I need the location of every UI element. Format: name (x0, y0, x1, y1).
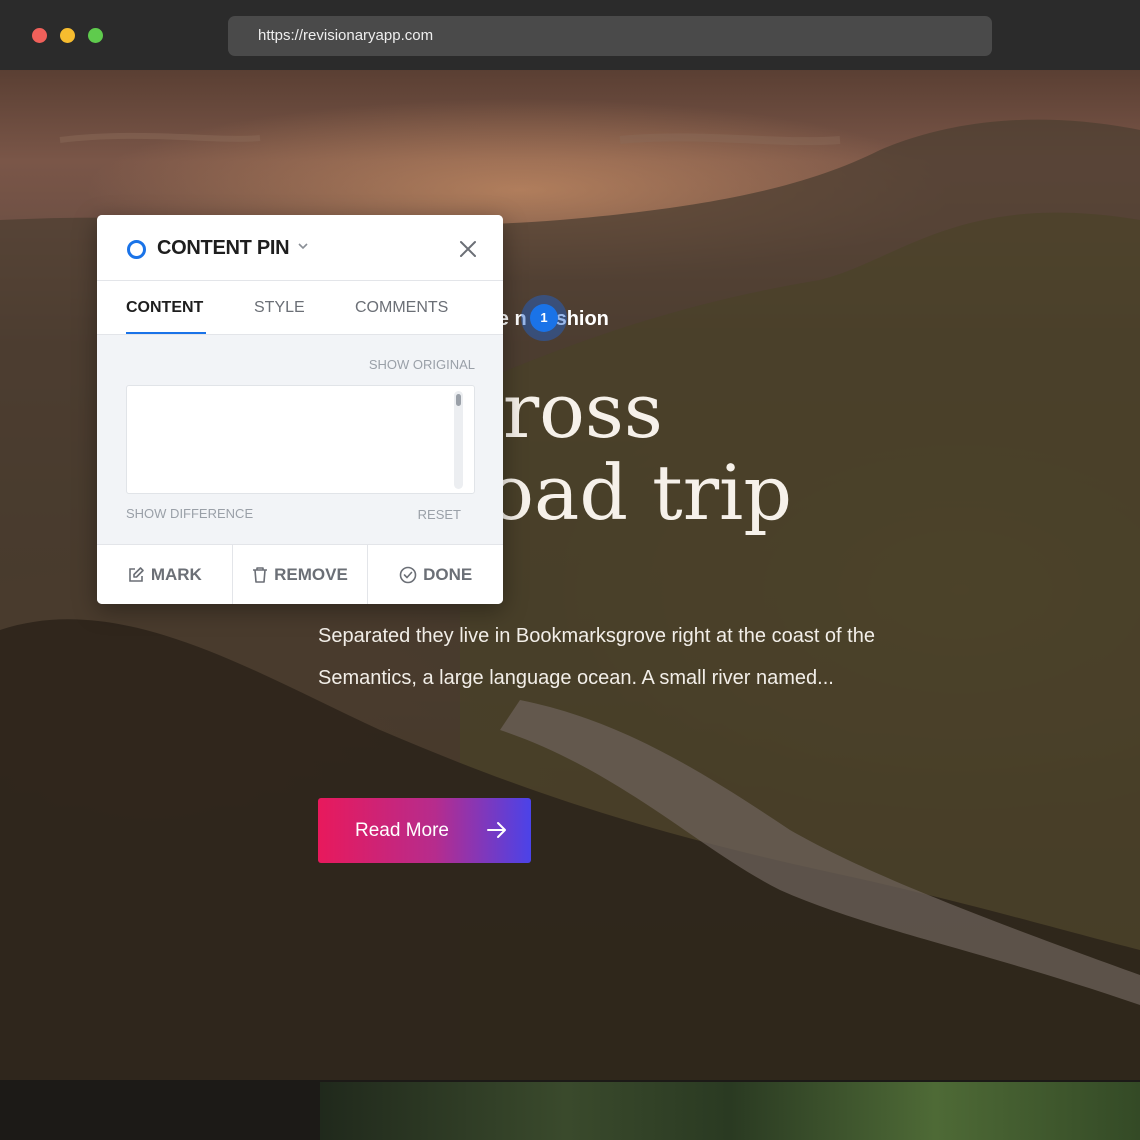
window-minimize-dot[interactable] (60, 28, 75, 43)
read-more-label: Read More (355, 819, 449, 841)
tab-style[interactable]: STYLE (254, 281, 305, 335)
panel-header: CONTENT PIN (97, 215, 503, 281)
done-button[interactable]: DONE (368, 545, 503, 604)
chevron-down-icon[interactable] (297, 241, 309, 251)
address-bar[interactable]: https://revisionaryapp.com (228, 16, 992, 56)
panel-tabs: CONTENT STYLE COMMENTS (97, 281, 503, 335)
mark-label: MARK (150, 564, 202, 584)
show-difference-link[interactable]: SHOW DIFFERENCE (126, 506, 253, 521)
arrow-right-icon (487, 822, 506, 838)
content-editor[interactable] (126, 385, 475, 494)
browser-chrome: https://revisionaryapp.com (0, 0, 1140, 70)
close-icon[interactable] (459, 240, 477, 258)
circle-ring-icon (127, 240, 146, 259)
check-circle-icon (399, 566, 417, 583)
window-close-dot[interactable] (32, 28, 47, 43)
window-maximize-dot[interactable] (88, 28, 103, 43)
content-pin-panel: CONTENT PIN CONTENT STYLE COMMENTS SHOW … (97, 215, 503, 604)
panel-title[interactable]: CONTENT PIN (157, 237, 290, 260)
scrollbar-thumb[interactable] (456, 394, 461, 406)
done-label: DONE (423, 564, 473, 584)
remove-button[interactable]: REMOVE (233, 545, 369, 604)
remove-label: REMOVE (274, 564, 348, 584)
editor-scrollbar[interactable] (454, 391, 463, 489)
content-pin-marker[interactable]: 1 (521, 295, 567, 341)
show-original-link[interactable]: SHOW ORIGINAL (369, 357, 475, 372)
pin-number: 1 (530, 304, 558, 332)
read-more-button[interactable]: Read More (318, 798, 531, 863)
edit-icon (129, 566, 144, 582)
next-article-image (320, 1082, 1140, 1140)
panel-actions: MARK REMOVE DONE (97, 544, 503, 604)
reset-link[interactable]: RESET (418, 507, 461, 522)
tab-content[interactable]: CONTENT (126, 281, 203, 335)
mark-button[interactable]: MARK (97, 545, 233, 604)
trash-icon (253, 566, 268, 583)
tab-comments[interactable]: COMMENTS (355, 281, 448, 335)
active-tab-indicator (126, 332, 206, 334)
article-excerpt: Separated they live in Bookmarksgrove ri… (318, 625, 875, 689)
